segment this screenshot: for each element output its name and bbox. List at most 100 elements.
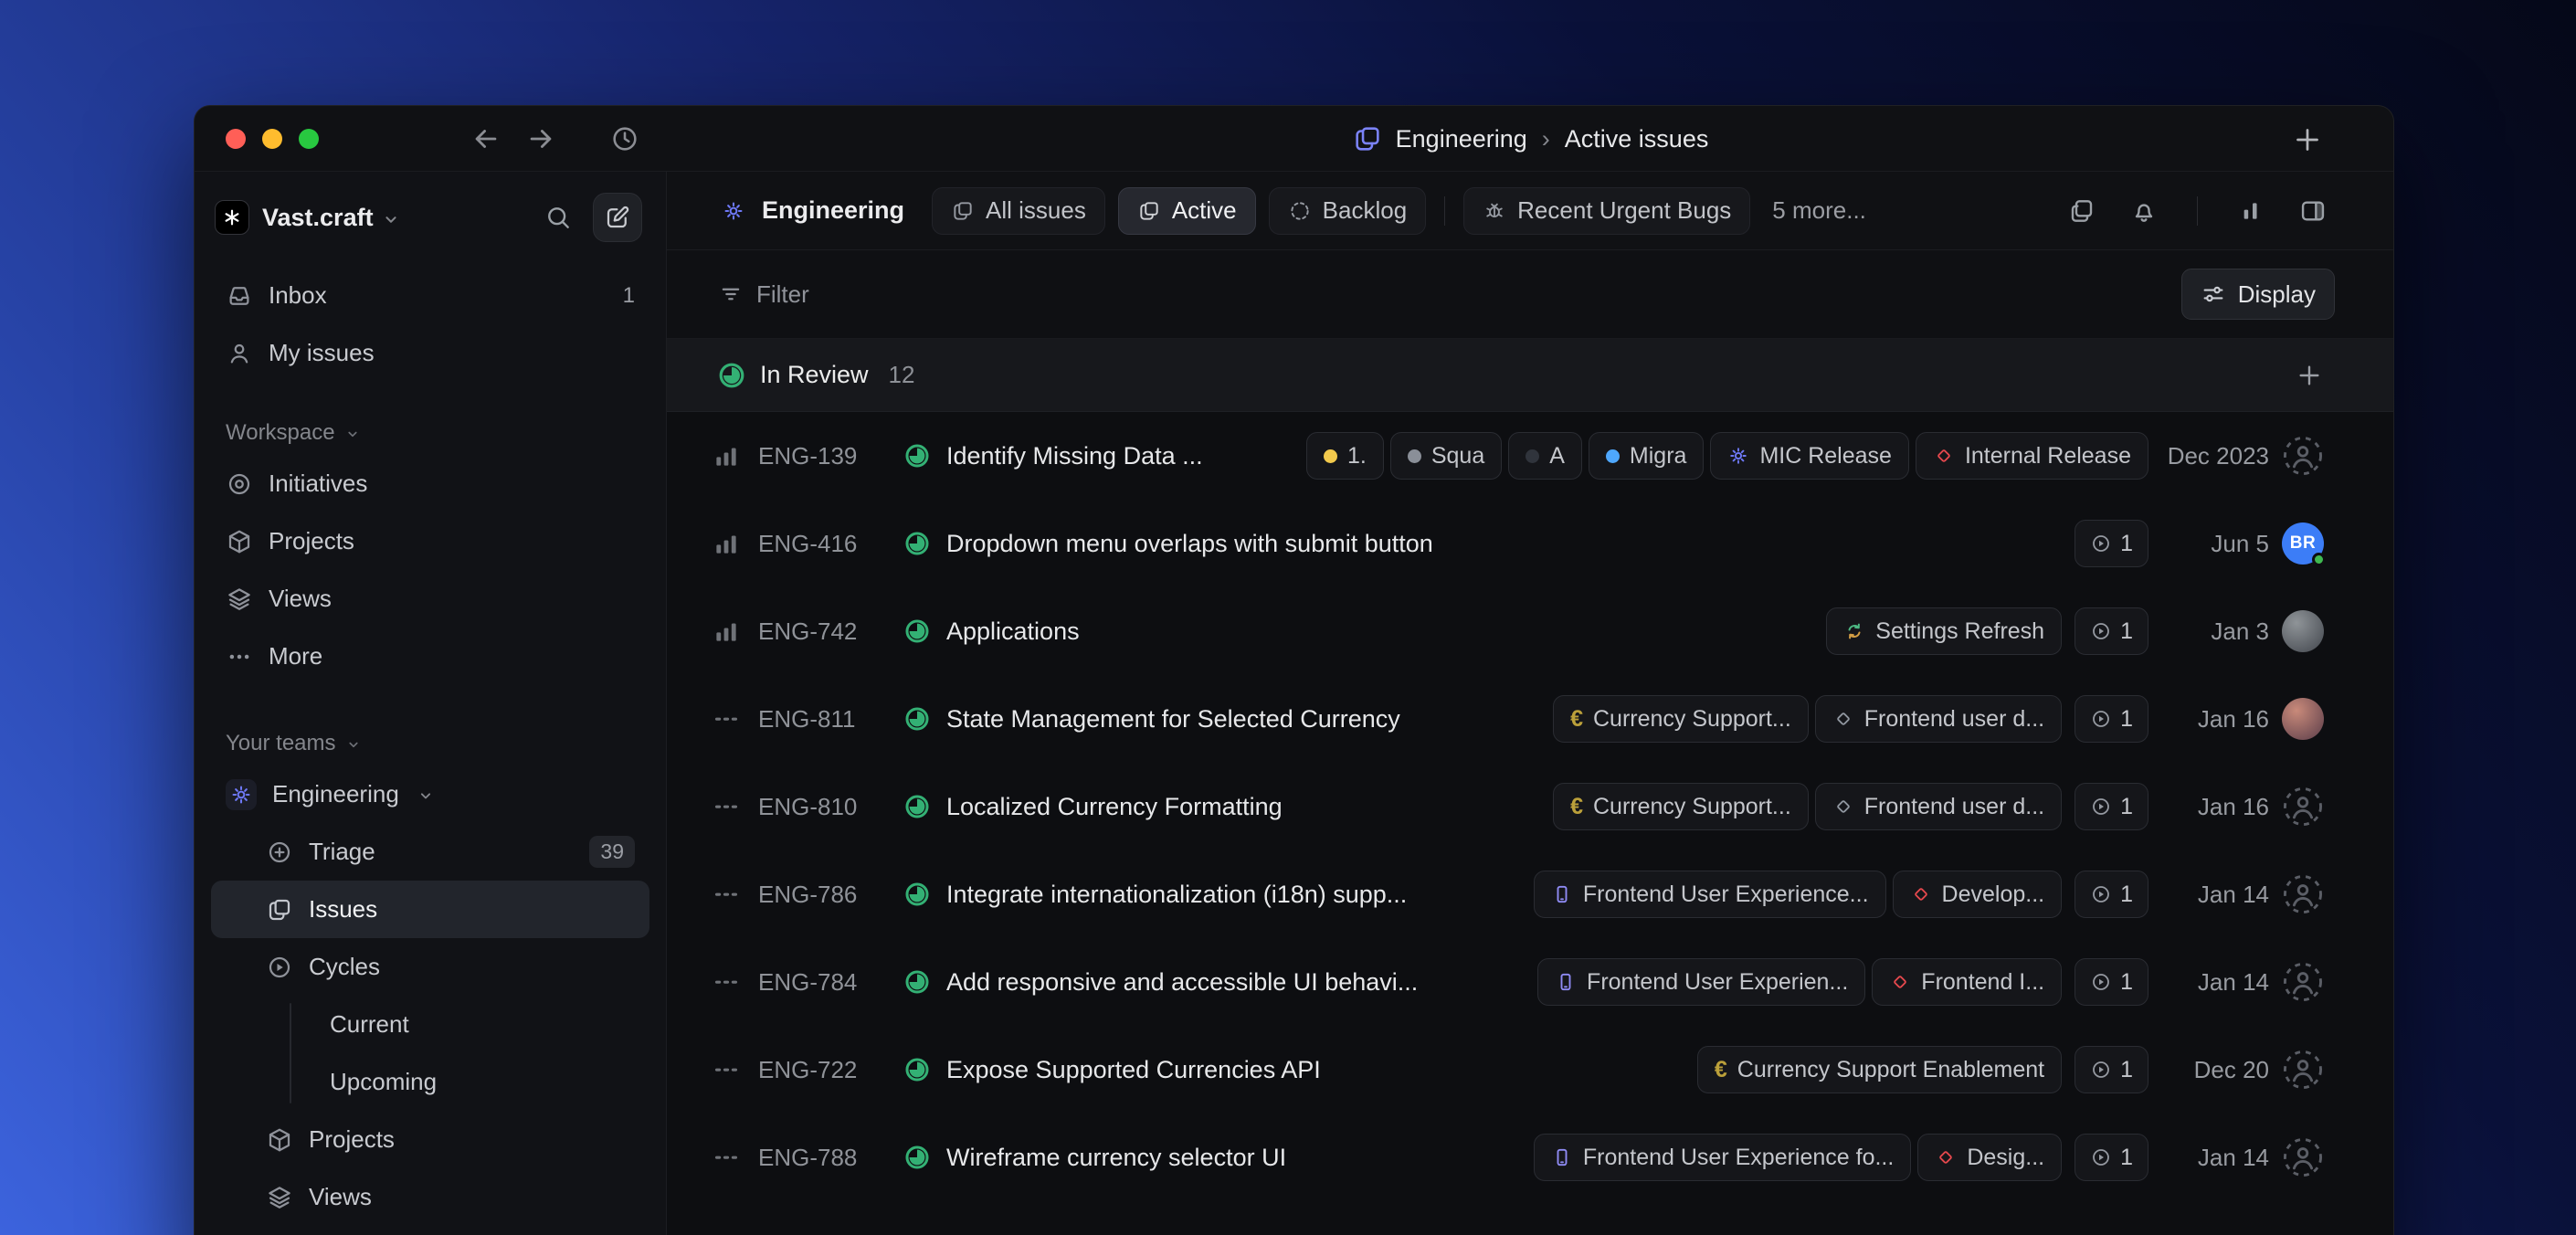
new-issue-button[interactable] — [593, 193, 642, 242]
issue-row[interactable]: ENG-139 Identify Missing Data ... 1. Squa… — [667, 412, 2393, 500]
zoom-window-button[interactable] — [299, 128, 319, 149]
issue-label[interactable]: Migra — [1588, 432, 1705, 480]
issue-label[interactable]: € Currency Support... — [1553, 783, 1809, 830]
assignee-avatar-unassigned[interactable] — [2282, 786, 2324, 828]
issue-row[interactable]: ENG-811 State Management for Selected Cu… — [667, 675, 2393, 763]
issue-label[interactable]: Frontend User Experien... — [1537, 958, 1866, 1006]
priority-icon[interactable] — [711, 1054, 742, 1085]
assignee-avatar-unassigned[interactable] — [2282, 1049, 2324, 1091]
issue-label[interactable]: MIC Release — [1710, 432, 1909, 480]
assignee-avatar[interactable] — [2282, 698, 2324, 740]
filter-button[interactable]: Filter — [718, 280, 809, 309]
issue-title[interactable]: Wireframe currency selector UI — [946, 1144, 1286, 1172]
issue-label[interactable]: Frontend I... — [1872, 958, 2063, 1006]
sidebar-item-team-projects[interactable]: Projects — [211, 1111, 649, 1168]
close-window-button[interactable] — [226, 128, 246, 149]
issue-label[interactable]: € Currency Support... — [1553, 695, 1809, 743]
issue-label[interactable]: Desig... — [1917, 1134, 2063, 1181]
issue-title[interactable]: Expose Supported Currencies API — [946, 1056, 1321, 1084]
group-header-in-review[interactable]: In Review 12 — [667, 339, 2393, 412]
issue-title[interactable]: Applications — [946, 618, 1080, 646]
sidebar-team-engineering[interactable]: Engineering — [211, 765, 649, 823]
sidebar-item-my-issues[interactable]: My issues — [211, 324, 649, 382]
status-in-review-icon[interactable] — [904, 531, 930, 556]
issue-title[interactable]: Dropdown menu overlaps with submit butto… — [946, 530, 1433, 558]
sidebar-item-projects[interactable]: Projects — [211, 512, 649, 570]
workspace-section-header[interactable]: Workspace — [226, 411, 635, 455]
notifications-icon[interactable] — [2129, 196, 2159, 226]
issue-row[interactable]: ENG-722 Expose Supported Currencies API … — [667, 1026, 2393, 1114]
status-in-review-icon[interactable] — [904, 618, 930, 644]
teams-section-header[interactable]: Your teams — [226, 722, 635, 765]
sidebar-item-upcoming-cycle[interactable]: Upcoming — [211, 1053, 649, 1111]
add-issue-to-group-button[interactable] — [2295, 361, 2324, 390]
priority-icon[interactable] — [711, 879, 742, 910]
sidebar-item-views[interactable]: Views — [211, 570, 649, 628]
issue-title[interactable]: State Management for Selected Currency — [946, 705, 1400, 734]
issue-label[interactable]: Frontend user d... — [1814, 783, 2063, 830]
display-button[interactable]: Display — [2180, 269, 2335, 320]
stack-icon[interactable] — [2067, 196, 2096, 226]
priority-icon[interactable] — [711, 703, 742, 734]
assignee-avatar-unassigned[interactable] — [2282, 435, 2324, 477]
status-in-review-icon[interactable] — [904, 881, 930, 907]
issue-row[interactable]: ENG-742 Applications Settings Refresh 1 … — [667, 587, 2393, 675]
issue-row[interactable]: ENG-786 Integrate internationalization (… — [667, 850, 2393, 938]
issue-row[interactable]: ENG-784 Add responsive and accessible UI… — [667, 938, 2393, 1026]
tab-backlog[interactable]: Backlog — [1268, 186, 1427, 235]
assignee-avatar[interactable]: BR — [2282, 522, 2326, 566]
history-icon[interactable] — [609, 123, 640, 154]
issue-title[interactable]: Identify Missing Data ... — [946, 442, 1203, 470]
issue-title[interactable]: Add responsive and accessible UI behavi.… — [946, 968, 1418, 997]
tab-all-issues[interactable]: All issues — [932, 186, 1105, 235]
priority-icon[interactable] — [711, 791, 742, 822]
nav-back-button[interactable] — [470, 123, 501, 154]
assignee-avatar[interactable] — [2282, 610, 2324, 652]
issue-label[interactable]: Develop... — [1892, 871, 2063, 918]
sidebar-item-initiatives[interactable]: Initiatives — [211, 455, 649, 512]
insights-icon[interactable] — [2236, 196, 2265, 226]
issue-label[interactable]: Internal Release — [1915, 432, 2148, 480]
more-tabs-link[interactable]: 5 more... — [1772, 196, 1866, 225]
issue-row[interactable]: ENG-788 Wireframe currency selector UI F… — [667, 1114, 2393, 1201]
new-tab-button[interactable] — [2291, 123, 2324, 156]
priority-icon[interactable] — [711, 966, 742, 998]
status-in-review-icon[interactable] — [904, 794, 930, 819]
team-chip[interactable]: Engineering — [718, 195, 904, 227]
sidebar-item-current-cycle[interactable]: Current — [211, 996, 649, 1053]
assignee-avatar-unassigned[interactable] — [2282, 961, 2324, 1003]
assignee-avatar-unassigned[interactable] — [2282, 1136, 2324, 1178]
issue-label[interactable]: Frontend User Experience... — [1533, 871, 1886, 918]
status-in-review-icon[interactable] — [904, 443, 930, 469]
nav-forward-button[interactable] — [525, 123, 556, 154]
issue-label[interactable]: € Currency Support Enablement — [1696, 1046, 2063, 1093]
sidebar-item-more[interactable]: More — [211, 628, 649, 685]
sidebar-item-cycles[interactable]: Cycles — [211, 938, 649, 996]
sidebar-item-team-views[interactable]: Views — [211, 1168, 649, 1226]
issue-label[interactable]: Squa — [1389, 432, 1503, 480]
issue-title[interactable]: Integrate internationalization (i18n) su… — [946, 881, 1407, 909]
status-in-review-icon[interactable] — [904, 1145, 930, 1170]
status-in-review-icon[interactable] — [904, 969, 930, 995]
issue-title[interactable]: Localized Currency Formatting — [946, 793, 1283, 821]
workspace-switcher[interactable]: Vast.craft — [195, 172, 666, 263]
sidebar-item-triage[interactable]: Triage 39 — [211, 823, 649, 881]
breadcrumb-team[interactable]: Engineering — [1396, 125, 1527, 153]
breadcrumb-view[interactable]: Active issues — [1565, 125, 1709, 153]
assignee-avatar-unassigned[interactable] — [2282, 873, 2324, 915]
issue-label[interactable]: 1. — [1305, 432, 1384, 480]
issue-label[interactable]: A — [1508, 432, 1582, 480]
priority-icon[interactable] — [711, 528, 742, 559]
priority-icon[interactable] — [711, 1142, 742, 1173]
tab-active[interactable]: Active — [1117, 186, 1256, 235]
priority-icon[interactable] — [711, 440, 742, 471]
sidebar-toggle-icon[interactable] — [2298, 196, 2328, 226]
priority-icon[interactable] — [711, 616, 742, 647]
tab-recent-urgent-bugs[interactable]: Recent Urgent Bugs — [1463, 186, 1751, 235]
minimize-window-button[interactable] — [262, 128, 282, 149]
issue-row[interactable]: ENG-416 Dropdown menu overlaps with subm… — [667, 500, 2393, 587]
issue-label[interactable]: Frontend user d... — [1814, 695, 2063, 743]
issue-row[interactable]: ENG-810 Localized Currency Formatting € C… — [667, 763, 2393, 850]
workspace-name[interactable]: Vast.craft — [262, 204, 374, 232]
sidebar-item-inbox[interactable]: Inbox 1 — [211, 267, 649, 324]
